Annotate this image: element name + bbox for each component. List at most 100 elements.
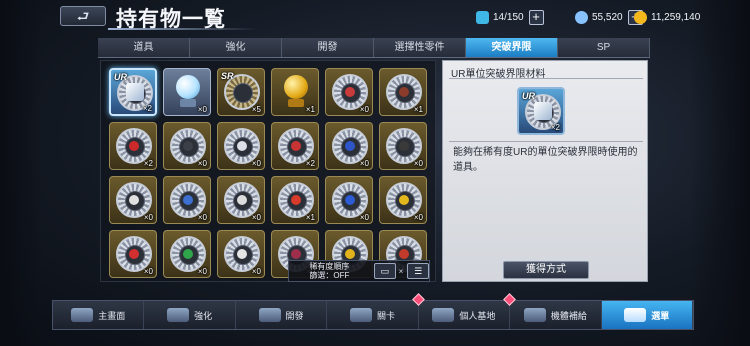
item-count: ×0	[143, 267, 153, 276]
inventory-item-slot[interactable]: ×0	[163, 68, 211, 116]
tab-enhance[interactable]: 強化	[190, 38, 282, 57]
obtain-method-button[interactable]: 獲得方式	[503, 261, 589, 279]
energy-value: 14/150	[493, 11, 524, 23]
filter-label: 篩選：OFF	[309, 271, 350, 280]
back-button[interactable]: ⮐	[60, 6, 106, 26]
detail-item-image: UR ×2	[517, 87, 565, 135]
unit-head-icon	[183, 249, 193, 259]
item-grid: UR ×2 ×0 SR ×5 ×1 ×0 ×1 ×2 ×0 ×0 ×2 ×0 ×0 ×0 ×0 ×0 ×1 ×0 ×0…	[100, 60, 436, 282]
nav-item[interactable]: 機體補給	[503, 293, 602, 329]
gem-icon	[575, 10, 588, 24]
item-count: ×0	[197, 213, 207, 222]
left-edge-shade	[0, 0, 42, 346]
wrench-icon	[167, 308, 190, 322]
inventory-item-slot[interactable]: ×0	[109, 176, 157, 224]
unit-head-icon	[129, 141, 139, 151]
inventory-item-slot[interactable]: ×0	[163, 176, 211, 224]
tab-items[interactable]: 道具	[98, 38, 190, 57]
tab-limit-break[interactable]: 突破界限	[466, 38, 558, 57]
item-detail-panel: UR單位突破界限材料 UR ×2 能夠在稀有度UR的單位突破界限時使用的道具。 …	[442, 60, 648, 282]
nav-item[interactable]: 強化	[144, 301, 236, 329]
unit-head-icon	[345, 87, 355, 97]
orb-stand-icon	[288, 99, 304, 107]
order-toggle-button[interactable]: ☰	[407, 263, 429, 279]
inventory-item-slot[interactable]: ×1	[271, 68, 319, 116]
inventory-item-slot[interactable]: UR ×2	[109, 68, 157, 116]
inventory-item-slot[interactable]: ×2	[109, 122, 157, 170]
item-count: ×0	[251, 267, 261, 276]
inventory-item-slot[interactable]: ×0	[163, 230, 211, 278]
inventory-item-slot[interactable]: ×0	[379, 176, 427, 224]
top-bar: ⮐ 持有物一覧 14/150 + 55,520 + 11,259,140	[0, 0, 750, 36]
tab-develop[interactable]: 開發	[282, 38, 374, 57]
unit-head-icon	[399, 249, 409, 259]
sort-bar: 稀有度順序 篩選：OFF ▭ × ☰	[288, 260, 430, 282]
sort-filter-button[interactable]: 稀有度順序 篩選：OFF	[289, 262, 370, 280]
item-count: ×2	[143, 159, 153, 168]
rifle-icon	[349, 308, 372, 322]
nav-item[interactable]: 關卡	[327, 301, 419, 329]
inventory-item-slot[interactable]: ×0	[325, 122, 373, 170]
inventory-item-slot[interactable]: ×2	[271, 122, 319, 170]
sort-order-label: 稀有度順序	[309, 262, 350, 271]
inventory-item-slot[interactable]: ×0	[217, 122, 265, 170]
unit-head-icon	[291, 141, 301, 151]
unit-head-icon	[237, 141, 247, 151]
item-count: ×2	[305, 159, 315, 168]
nav-item[interactable]: 主畫面	[53, 301, 145, 329]
item-count: ×0	[413, 213, 423, 222]
item-count: ×0	[359, 105, 369, 114]
nav-item[interactable]: 選單	[601, 301, 693, 329]
tab-optional-parts[interactable]: 選擇性零件	[374, 38, 466, 57]
item-count: ×0	[143, 213, 153, 222]
inventory-item-slot[interactable]: ×0	[217, 176, 265, 224]
nav-label: 強化	[194, 310, 213, 321]
unit-head-icon	[237, 249, 247, 259]
inventory-item-slot[interactable]: ×0	[109, 230, 157, 278]
unit-head-icon	[183, 195, 193, 205]
base-icon	[432, 308, 455, 322]
item-count: ×0	[413, 159, 423, 168]
inventory-item-slot[interactable]: ×1	[379, 68, 427, 116]
unit-head-icon	[345, 249, 355, 259]
gold-orb-icon	[284, 75, 308, 99]
inventory-item-slot[interactable]: ×0	[163, 122, 211, 170]
orb-stand-icon	[180, 99, 196, 107]
item-count: ×1	[305, 213, 315, 222]
nav-label: 個人基地	[459, 310, 496, 321]
home-icon	[71, 308, 94, 322]
unit-head-icon	[399, 141, 409, 151]
nav-label: 開發	[285, 310, 304, 321]
unit-head-icon	[129, 249, 139, 259]
item-count: ×0	[359, 159, 369, 168]
unit-head-icon	[345, 141, 355, 151]
crystal-orb-icon	[176, 75, 200, 99]
detail-description: 能夠在稀有度UR的單位突破界限時使用的道具。	[453, 147, 638, 173]
energy-icon	[476, 10, 489, 24]
nav-label: 選單	[651, 310, 670, 321]
unit-head-icon	[399, 87, 409, 97]
unit-head-icon	[291, 195, 301, 205]
gem-value: 55,520	[592, 11, 623, 23]
item-count: ×0	[197, 267, 207, 276]
add-energy-button[interactable]: +	[528, 9, 544, 25]
unit-head-icon	[399, 195, 409, 205]
supply-icon	[523, 308, 546, 322]
inventory-item-slot[interactable]: ×0	[217, 230, 265, 278]
inventory-item-slot[interactable]: ×0	[325, 176, 373, 224]
unit-face-icon	[126, 83, 144, 101]
view-toggle-button[interactable]: ▭	[373, 263, 396, 279]
inventory-item-slot[interactable]: ×0	[379, 122, 427, 170]
inventory-item-slot[interactable]: ×0	[325, 68, 373, 116]
item-count: ×0	[197, 159, 207, 168]
tab-sp[interactable]: SP	[558, 38, 650, 57]
detail-count: ×2	[550, 123, 560, 132]
inventory-item-slot[interactable]: ×1	[271, 176, 319, 224]
nav-item[interactable]: 開發	[236, 301, 328, 329]
unit-head-icon	[129, 195, 139, 205]
unit-head-icon	[183, 141, 193, 151]
unit-head-icon	[291, 249, 301, 259]
nav-item[interactable]: 個人基地	[411, 293, 511, 329]
menu-icon	[624, 308, 647, 322]
inventory-item-slot[interactable]: SR ×5	[217, 68, 265, 116]
